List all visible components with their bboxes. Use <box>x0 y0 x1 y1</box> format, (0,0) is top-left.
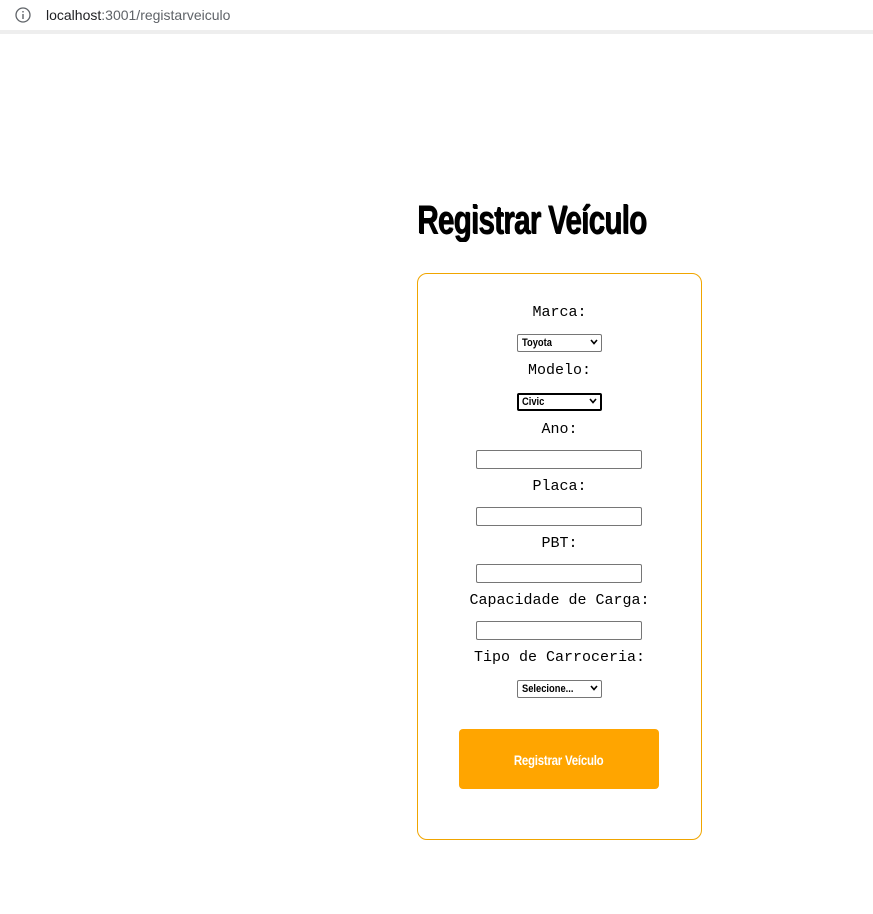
pbt-label: PBT: <box>541 535 578 552</box>
marca-select[interactable]: Toyota <box>517 334 602 352</box>
vehicle-form: Marca: Toyota Modelo: Civic Ano: Placa: … <box>417 273 702 840</box>
chevron-down-icon <box>590 685 598 691</box>
chevron-down-icon <box>590 339 598 345</box>
pbt-input[interactable] <box>476 564 642 583</box>
ano-label: Ano: <box>541 421 578 438</box>
url-host: localhost <box>46 7 102 23</box>
carroceria-select[interactable]: Selecione... <box>517 680 602 698</box>
marca-label: Marca: <box>532 304 587 321</box>
url-path: :3001/registarveiculo <box>101 7 231 23</box>
modelo-select-value: Civic <box>522 396 545 408</box>
placa-label: Placa: <box>532 478 587 495</box>
carroceria-select-value: Selecione... <box>522 683 574 695</box>
placa-input[interactable] <box>476 507 642 526</box>
carroceria-label: Tipo de Carroceria: <box>473 649 646 666</box>
submit-button[interactable]: Registrar Veículo <box>459 729 659 789</box>
marca-select-value: Toyota <box>522 337 552 349</box>
info-icon[interactable] <box>15 7 31 23</box>
url-text[interactable]: localhost:3001/registarveiculo <box>46 6 230 24</box>
modelo-select[interactable]: Civic <box>517 393 602 411</box>
modelo-label: Modelo: <box>527 362 591 379</box>
address-bar-divider <box>0 30 873 34</box>
capacidade-input[interactable] <box>476 621 642 640</box>
chevron-down-icon <box>589 398 597 404</box>
page-title: Registrar Veículo <box>417 198 647 242</box>
submit-button-label: Registrar Veículo <box>514 752 604 768</box>
address-bar[interactable]: localhost:3001/registarveiculo <box>0 0 873 30</box>
ano-input[interactable] <box>476 450 642 469</box>
capacidade-label: Capacidade de Carga: <box>469 592 650 609</box>
